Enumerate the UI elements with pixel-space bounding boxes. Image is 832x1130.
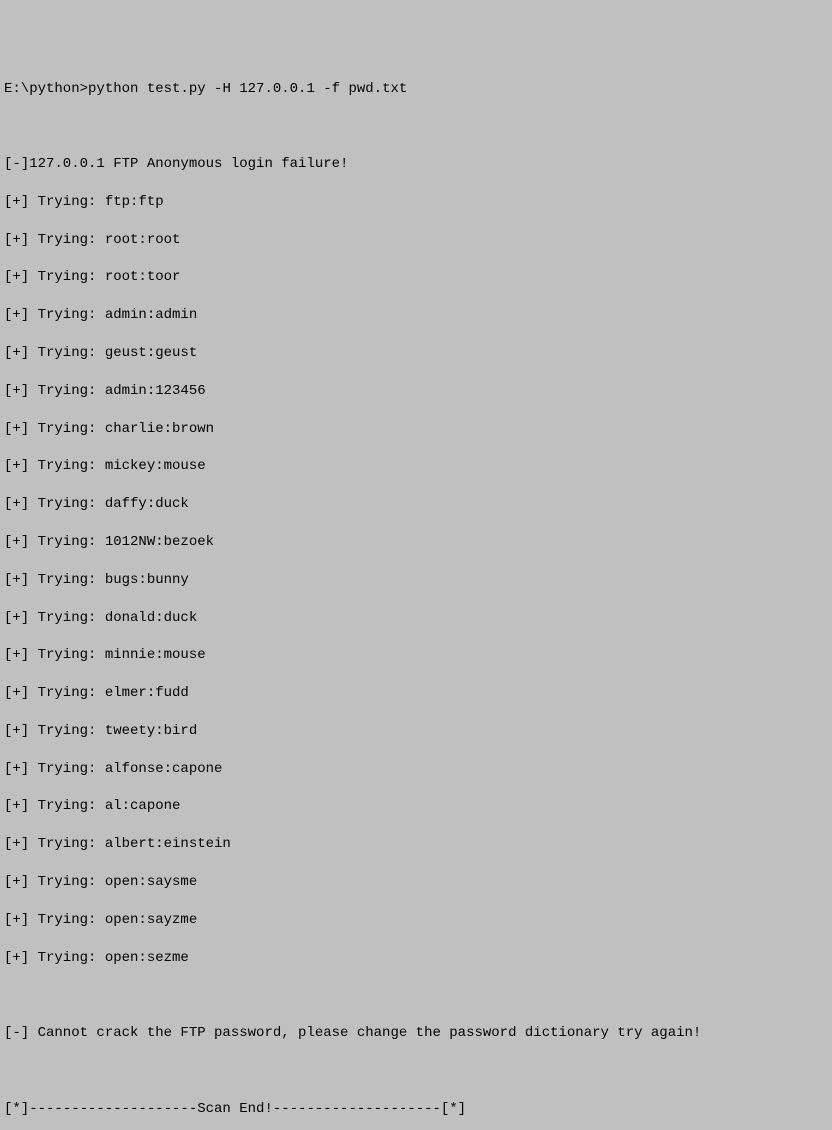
prompt-path: E:\python> [4,81,88,97]
output-line: [+] Trying: ftp:ftp [4,193,828,212]
output-line: [+] Trying: albert:einstein [4,835,828,854]
empty-line [4,986,828,1005]
output-line: [+] Trying: open:saysme [4,873,828,892]
output-line: [+] Trying: admin:123456 [4,382,828,401]
output-line: [+] Trying: donald:duck [4,609,828,628]
command-text: python test.py -H 127.0.0.1 -f pwd.txt [88,81,407,97]
scan-end-line: [*]--------------------Scan End!--------… [4,1100,828,1119]
output-line: [+] Trying: open:sayzme [4,911,828,930]
output-line: [+] Trying: admin:admin [4,306,828,325]
output-line: [+] Trying: al:capone [4,797,828,816]
empty-line [4,1062,828,1081]
failure-message: [-] Cannot crack the FTP password, pleas… [4,1024,828,1043]
output-line: [+] Trying: 1012NW:bezoek [4,533,828,552]
output-line: [-]127.0.0.1 FTP Anonymous login failure… [4,155,828,174]
output-line: [+] Trying: daffy:duck [4,495,828,514]
output-line: [+] Trying: alfonse:capone [4,760,828,779]
command-prompt-line: E:\python>python test.py -H 127.0.0.1 -f… [4,80,828,99]
output-line: [+] Trying: elmer:fudd [4,684,828,703]
output-line: [+] Trying: bugs:bunny [4,571,828,590]
output-line: [+] Trying: minnie:mouse [4,646,828,665]
output-line: [+] Trying: root:toor [4,268,828,287]
empty-line [4,117,828,136]
output-line: [+] Trying: root:root [4,231,828,250]
output-line: [+] Trying: geust:geust [4,344,828,363]
output-line: [+] Trying: mickey:mouse [4,457,828,476]
output-line: [+] Trying: open:sezme [4,949,828,968]
output-line: [+] Trying: tweety:bird [4,722,828,741]
output-line: [+] Trying: charlie:brown [4,420,828,439]
